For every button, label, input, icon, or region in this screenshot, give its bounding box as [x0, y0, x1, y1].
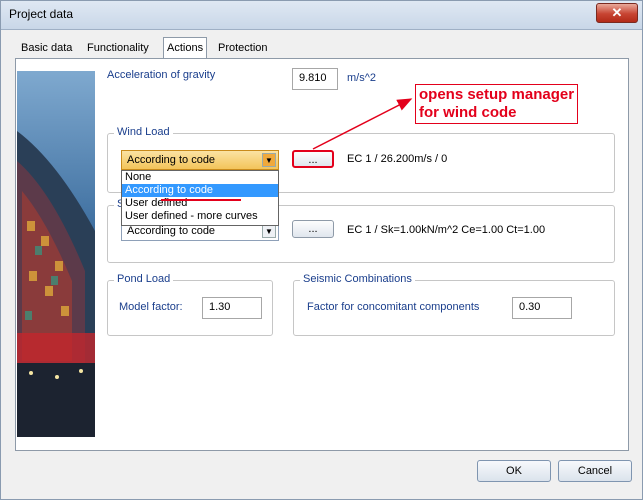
- cancel-button[interactable]: Cancel: [558, 460, 632, 482]
- ok-button[interactable]: OK: [477, 460, 551, 482]
- project-data-dialog: Project data ✕ Basic data Functionality …: [0, 0, 643, 500]
- annotation-arrow: [312, 98, 413, 150]
